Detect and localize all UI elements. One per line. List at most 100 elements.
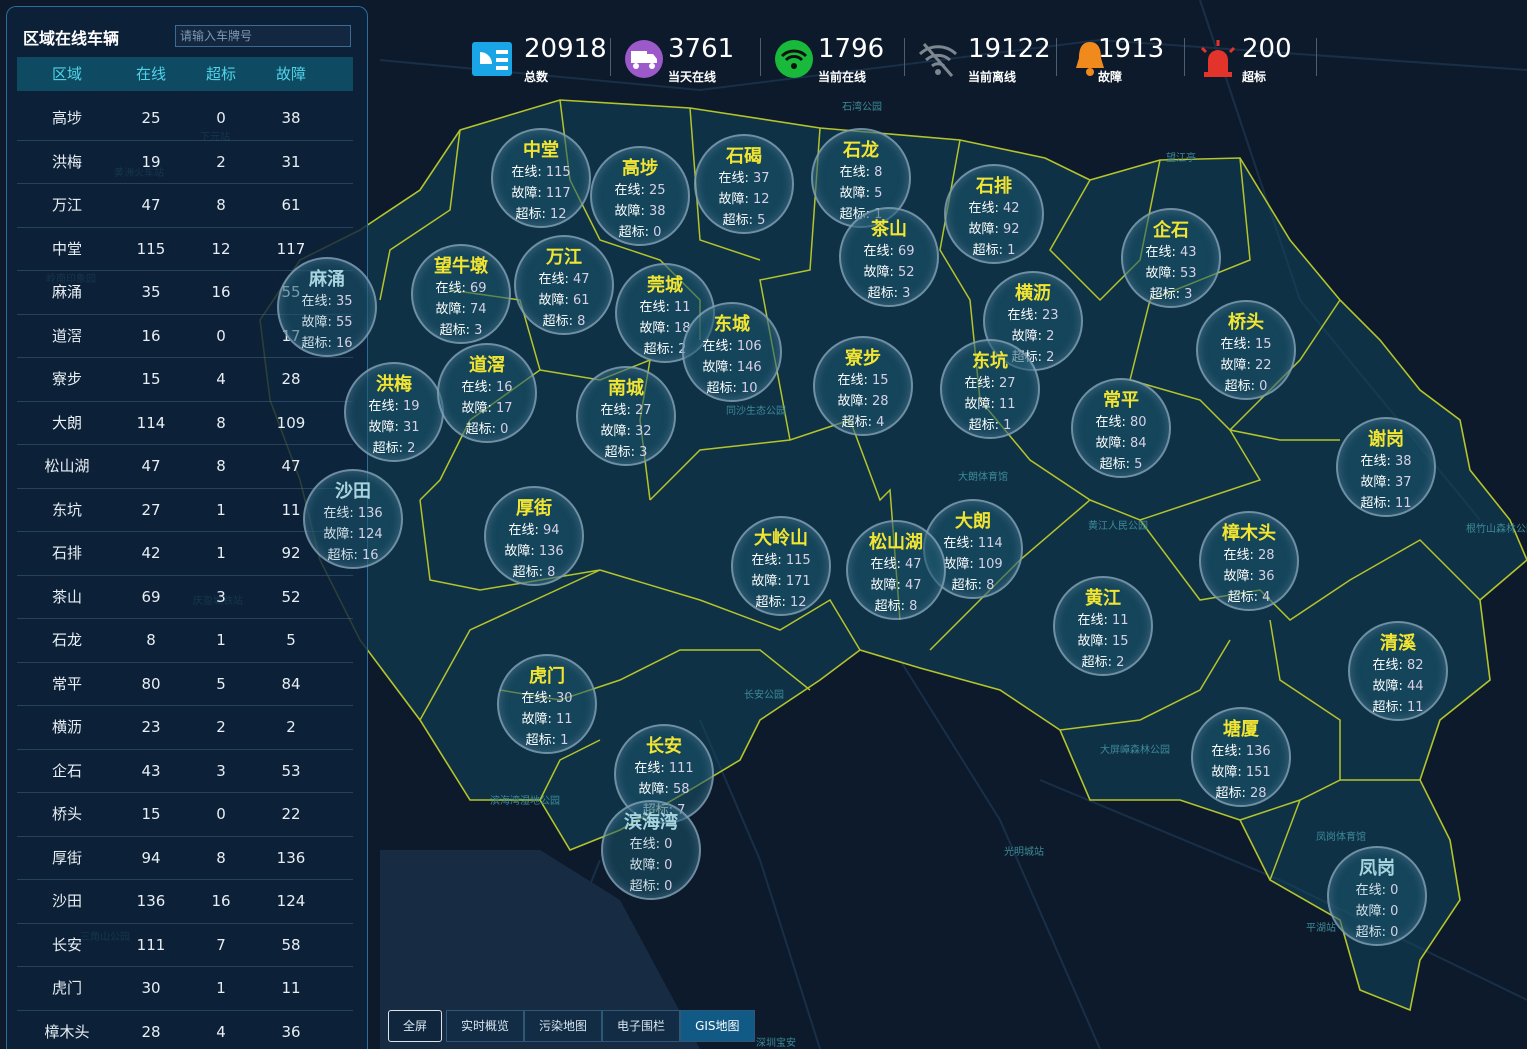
region-name: 南城: [608, 378, 644, 399]
region-online-label: 在线: [964, 376, 991, 391]
tab-pollution-map[interactable]: 污染地图: [524, 1010, 603, 1042]
region-bubble[interactable]: 洪梅 在线: 19 故障: 31 超标: 2: [344, 362, 444, 462]
region-online-line: 在线: 0: [1355, 883, 1399, 898]
header-online: 在线: [135, 65, 166, 83]
region-bubble[interactable]: 麻涌 在线: 35 故障: 55 超标: 16: [277, 257, 377, 357]
stat-divider: [1184, 38, 1185, 76]
region-online-line: 在线: 37: [718, 171, 770, 186]
region-over-label: 超标: [1215, 786, 1242, 801]
region-bubble[interactable]: 万江 在线: 47 故障: 61 超标: 8: [514, 235, 614, 335]
table-row[interactable]: 洪梅 19 2 31: [17, 141, 353, 184]
region-name: 沙田: [335, 481, 371, 502]
row-over: 0: [216, 805, 226, 823]
region-bubble[interactable]: 石碣 在线: 37 故障: 12 超标: 5: [694, 134, 794, 234]
row-online: 28: [141, 1022, 161, 1041]
region-online-value: 30: [555, 691, 573, 706]
table-row[interactable]: 茶山 69 3 52: [17, 576, 353, 619]
row-over: 4: [216, 1022, 226, 1041]
table-row[interactable]: 常平 80 5 84: [17, 663, 353, 706]
region-bubble[interactable]: 高埗 在线: 25 故障: 38 超标: 0: [590, 146, 690, 246]
region-over-label: 超标: [755, 595, 782, 610]
region-online-value: 69: [469, 281, 487, 296]
table-row[interactable]: 桥头 15 0 22: [17, 793, 353, 837]
row-region: 厚街: [51, 848, 82, 867]
region-over-label: 超标: [327, 548, 354, 563]
region-fault-label: 故障: [863, 265, 890, 280]
region-bubble[interactable]: 清溪 在线: 82 故障: 44 超标: 11: [1348, 621, 1448, 721]
region-name: 凤岗: [1359, 858, 1395, 879]
region-online-value: 82: [1406, 658, 1424, 673]
table-row[interactable]: 大朗 114 8 109: [17, 402, 353, 445]
truck-icon: [622, 38, 666, 80]
table-row[interactable]: 横沥 23 2 2: [17, 706, 353, 750]
table-row[interactable]: 石龙 8 1 5: [17, 619, 353, 663]
region-online-label: 在线: [1211, 744, 1238, 759]
table-row[interactable]: 长安 111 7 58: [17, 924, 353, 967]
table-row[interactable]: 万江 47 8 61: [17, 184, 353, 228]
row-region: 石排: [51, 544, 82, 562]
region-bubble[interactable]: 黄江 在线: 11 故障: 15 超标: 2: [1053, 576, 1153, 676]
view-tabs: 全屏 实时概览 污染地图 电子围栏 GIS地图: [388, 1010, 755, 1042]
region-bubble[interactable]: 沙田 在线: 136 故障: 124 超标: 16: [303, 469, 403, 569]
table-row[interactable]: 厚街 94 8 136: [17, 837, 353, 880]
table-row[interactable]: 寮步 15 4 28: [17, 358, 353, 402]
region-bubble[interactable]: 桥头 在线: 15 故障: 22 超标: 0: [1196, 300, 1296, 400]
plate-search-input[interactable]: [175, 25, 351, 47]
region-bubble[interactable]: 石排 在线: 42 故障: 92 超标: 1: [944, 164, 1044, 264]
tab-gis-map[interactable]: GIS地图: [680, 1010, 755, 1042]
region-fault-value: 44: [1406, 679, 1424, 694]
row-online: 80: [141, 674, 161, 693]
region-bubble[interactable]: 樟木头 在线: 28 故障: 36 超标: 4: [1199, 511, 1299, 611]
table-row[interactable]: 企石 43 3 53: [17, 750, 353, 793]
region-bubble[interactable]: 东坑 在线: 27 故障: 11 超标: 1: [940, 339, 1040, 439]
region-over-line: 超标: 8: [542, 314, 586, 329]
region-bubble[interactable]: 虎门 在线: 30 故障: 11 超标: 1: [497, 654, 597, 754]
region-online-label: 在线: [863, 244, 890, 259]
region-name: 企石: [1153, 220, 1189, 241]
row-over: 8: [216, 848, 226, 867]
tab-geofence[interactable]: 电子围栏: [602, 1010, 681, 1042]
table-row[interactable]: 虎门 30 1 11: [17, 967, 353, 1011]
region-name: 望牛墩: [434, 256, 488, 277]
table-row[interactable]: 樟木头 28 4 36: [17, 1011, 353, 1049]
region-bubble[interactable]: 中堂 在线: 115 故障: 117 超标: 12: [491, 128, 591, 228]
region-bubble[interactable]: 松山湖 在线: 47 故障: 47 超标: 8: [846, 520, 946, 620]
region-fault-value: 92: [1002, 222, 1020, 237]
row-online: 25: [141, 109, 161, 127]
region-bubble[interactable]: 寮步 在线: 15 故障: 28 超标: 4: [813, 336, 913, 436]
region-bubble[interactable]: 望牛墩 在线: 69 故障: 74 超标: 3: [411, 244, 511, 344]
row-region: 长安: [51, 935, 82, 954]
region-bubble[interactable]: 茶山 在线: 69 故障: 52 超标: 3: [839, 207, 939, 307]
region-bubble[interactable]: 凤岗 在线: 0 故障: 0 超标: 0: [1327, 846, 1427, 946]
row-region: 大朗: [51, 413, 82, 432]
region-bubble[interactable]: 企石 在线: 43 故障: 53 超标: 3: [1121, 208, 1221, 308]
region-bubble[interactable]: 大岭山 在线: 115 故障: 171 超标: 12: [731, 516, 831, 616]
wifi-off-icon: [916, 38, 960, 80]
row-over: 4: [216, 370, 226, 388]
region-bubble[interactable]: 塘厦 在线: 136 故障: 151 超标: 28: [1191, 707, 1291, 807]
row-online: 16: [141, 326, 161, 345]
tab-fullscreen[interactable]: 全屏: [388, 1010, 443, 1042]
table-row[interactable]: 石排 42 1 92: [17, 532, 353, 576]
region-bubble[interactable]: 滨海湾 在线: 0 故障: 0 超标: 0: [601, 800, 701, 900]
region-over-line: 超标: 11: [1360, 496, 1412, 511]
region-bubble[interactable]: 谢岗 在线: 38 故障: 37 超标: 11: [1336, 417, 1436, 517]
region-online-value: 69: [897, 244, 915, 259]
region-bubble[interactable]: 常平 在线: 80 故障: 84 超标: 5: [1071, 378, 1171, 478]
table-row[interactable]: 沙田 136 16 124: [17, 880, 353, 924]
region-fault-value: 15: [1111, 634, 1129, 649]
region-over-value: 3: [474, 323, 483, 338]
region-bubble[interactable]: 东城 在线: 106 故障: 146 超标: 10: [682, 302, 782, 402]
tab-realtime-overview[interactable]: 实时概览: [446, 1010, 525, 1042]
region-online-label: 在线: [614, 183, 641, 198]
region-online-value: 25: [648, 183, 666, 198]
region-bubble[interactable]: 道滘 在线: 16 故障: 17 超标: 0: [437, 343, 537, 443]
map-label: 凤岗体育馆: [1316, 830, 1366, 843]
region-fault-label: 故障: [638, 782, 665, 797]
region-bubble[interactable]: 厚街 在线: 94 故障: 136 超标: 8: [484, 486, 584, 586]
table-row[interactable]: 高埗 25 0 38: [17, 97, 353, 141]
region-fault-line: 故障: 74: [435, 302, 487, 317]
table-row[interactable]: 松山湖 47 8 47: [17, 445, 353, 489]
region-online-label: 在线: [508, 523, 535, 538]
region-bubble[interactable]: 南城 在线: 27 故障: 32 超标: 3: [576, 366, 676, 466]
